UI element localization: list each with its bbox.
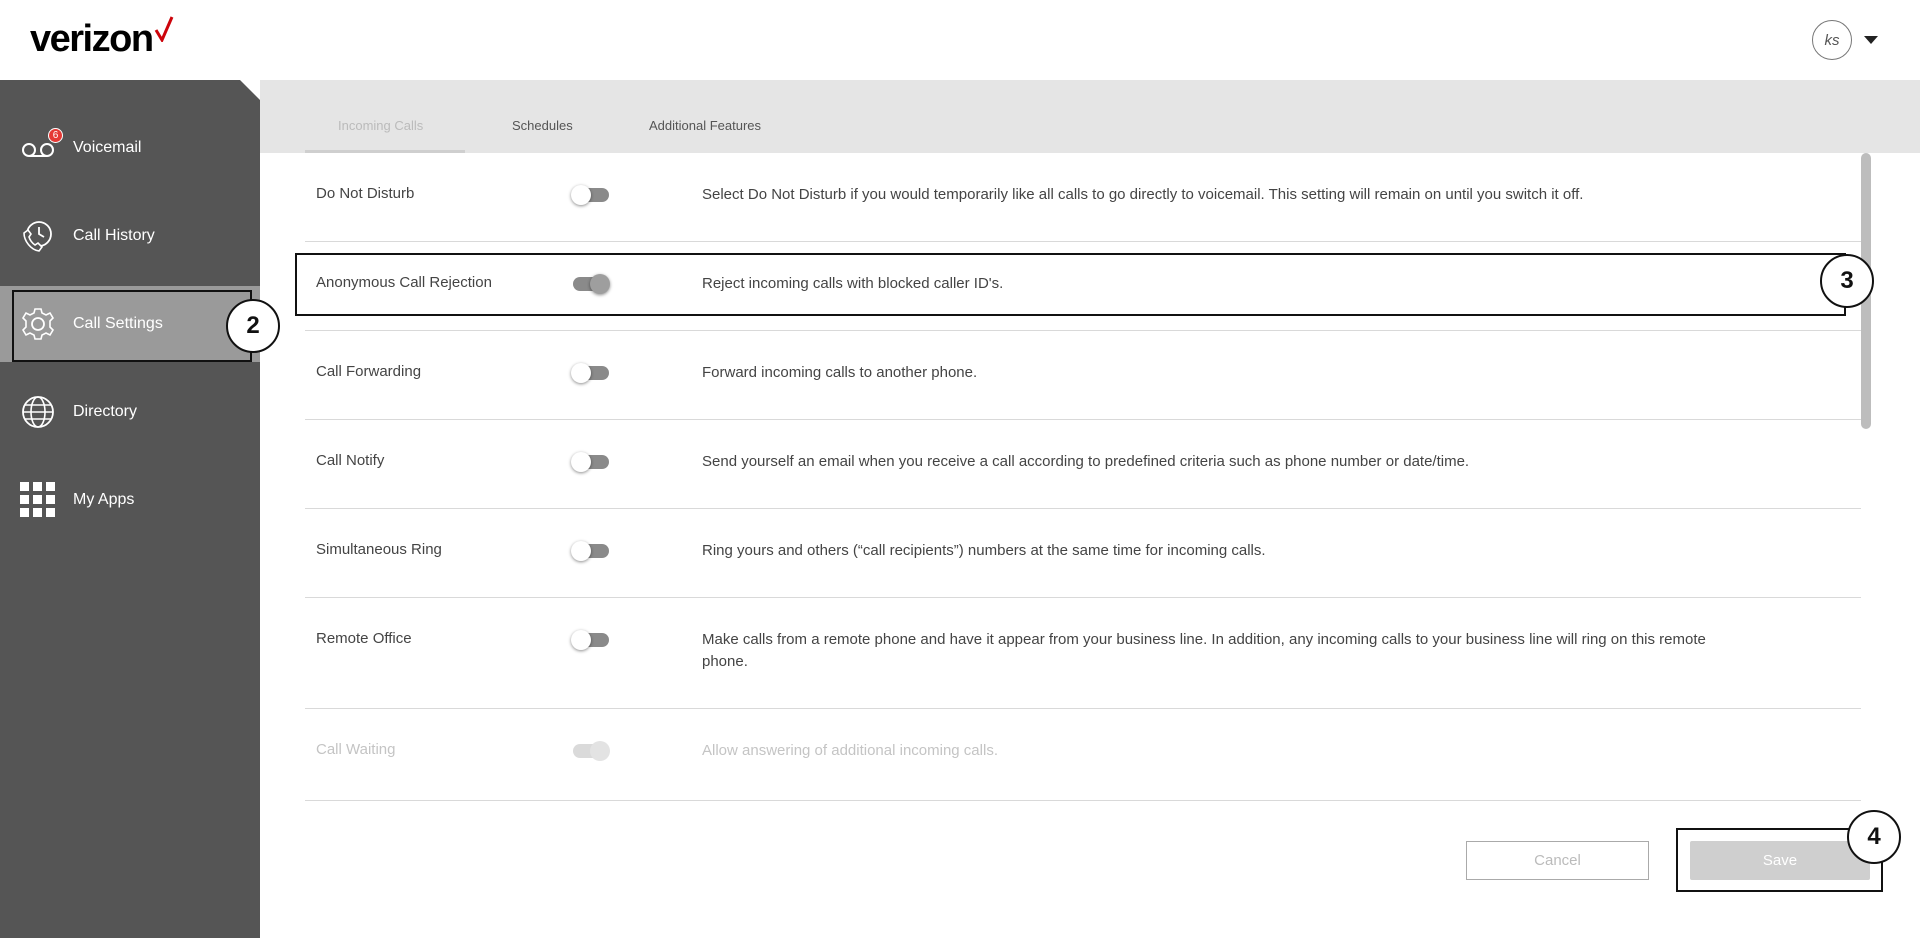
sidebar-item-label: My Apps [73,491,135,508]
setting-name: Call Waiting [316,741,396,758]
setting-description: Make calls from a remote phone and have … [702,631,1706,670]
tab-bar: Incoming Calls Schedules Additional Feat… [260,80,1920,153]
setting-description: Allow answering of additional incoming c… [702,742,998,759]
verizon-logo[interactable]: verizon [30,16,174,61]
logo-checkmark-icon [154,16,173,42]
sidebar-item-voicemail[interactable]: 6 Voicemail [0,110,260,186]
setting-row-remote-office: Remote Office Make calls from a remote p… [305,598,1861,709]
voicemail-icon: 6 [20,128,63,166]
tab-additional-features[interactable]: Additional Features [649,118,761,133]
setting-row-simultaneous-ring: Simultaneous Ring Ring yours and others … [305,509,1861,598]
setting-description: Forward incoming calls to another phone. [702,364,978,381]
incoming-calls-settings-list: Do Not Disturb Select Do Not Disturb if … [305,153,1861,801]
sidebar-item-directory[interactable]: Directory [0,374,260,450]
top-header: verizon ks [0,0,1920,80]
simultaneous-ring-toggle[interactable] [571,541,609,561]
do-not-disturb-toggle[interactable] [571,185,609,205]
setting-description: Ring yours and others (“call recipients”… [702,542,1266,559]
call-history-icon [20,218,56,254]
sidebar-item-label: Directory [73,403,138,420]
sidebar-item-label: Voicemail [73,139,142,156]
tab-schedules[interactable]: Schedules [512,118,573,133]
callout-step-4: 4 [1847,810,1901,864]
call-notify-toggle[interactable] [571,452,609,472]
call-waiting-toggle [573,741,610,761]
call-forwarding-toggle[interactable] [571,363,609,383]
setting-description: Select Do Not Disturb if you would tempo… [702,186,1584,203]
toggle-knob [571,452,591,472]
setting-name: Simultaneous Ring [316,541,442,558]
toggle-knob [590,741,610,761]
setting-description: Send yourself an email when you receive … [702,453,1470,470]
toggle-knob [571,185,591,205]
logo-text: verizon [30,18,154,60]
chevron-down-icon[interactable] [1864,36,1878,44]
toggle-knob [571,363,591,383]
setting-row-call-notify: Call Notify Send yourself an email when … [305,420,1861,509]
setting-name: Remote Office [316,630,412,647]
apps-grid-icon [20,482,56,518]
setting-row-call-forwarding: Call Forwarding Forward incoming calls t… [305,331,1861,420]
call-settings-highlight-frame [12,290,252,362]
toggle-knob [571,630,591,650]
setting-name: Do Not Disturb [316,185,415,202]
sidebar-item-label: Call History [73,227,155,244]
avatar[interactable]: ks [1812,20,1852,60]
user-menu[interactable]: ks [1812,20,1878,60]
setting-row-do-not-disturb: Do Not Disturb Select Do Not Disturb if … [305,153,1861,242]
globe-icon [20,394,56,430]
save-button[interactable]: Save [1690,841,1870,880]
anonymous-call-rejection-highlight-frame [295,253,1846,316]
remote-office-toggle[interactable] [571,630,609,650]
sidebar-item-my-apps[interactable]: My Apps [0,462,260,538]
callout-step-3: 3 [1820,254,1874,308]
callout-step-2: 2 [226,299,280,353]
voicemail-count-badge: 6 [48,128,63,143]
sidebar: 6 Voicemail Call History Call Settings D… [0,80,260,938]
tab-incoming-calls[interactable]: Incoming Calls [338,118,423,133]
setting-name: Call Forwarding [316,363,422,380]
sidebar-item-call-history[interactable]: Call History [0,198,260,274]
cancel-button[interactable]: Cancel [1466,841,1649,880]
toggle-knob [571,541,591,561]
setting-row-call-waiting: Call Waiting Allow answering of addition… [305,709,1861,801]
setting-name: Call Notify [316,452,385,469]
